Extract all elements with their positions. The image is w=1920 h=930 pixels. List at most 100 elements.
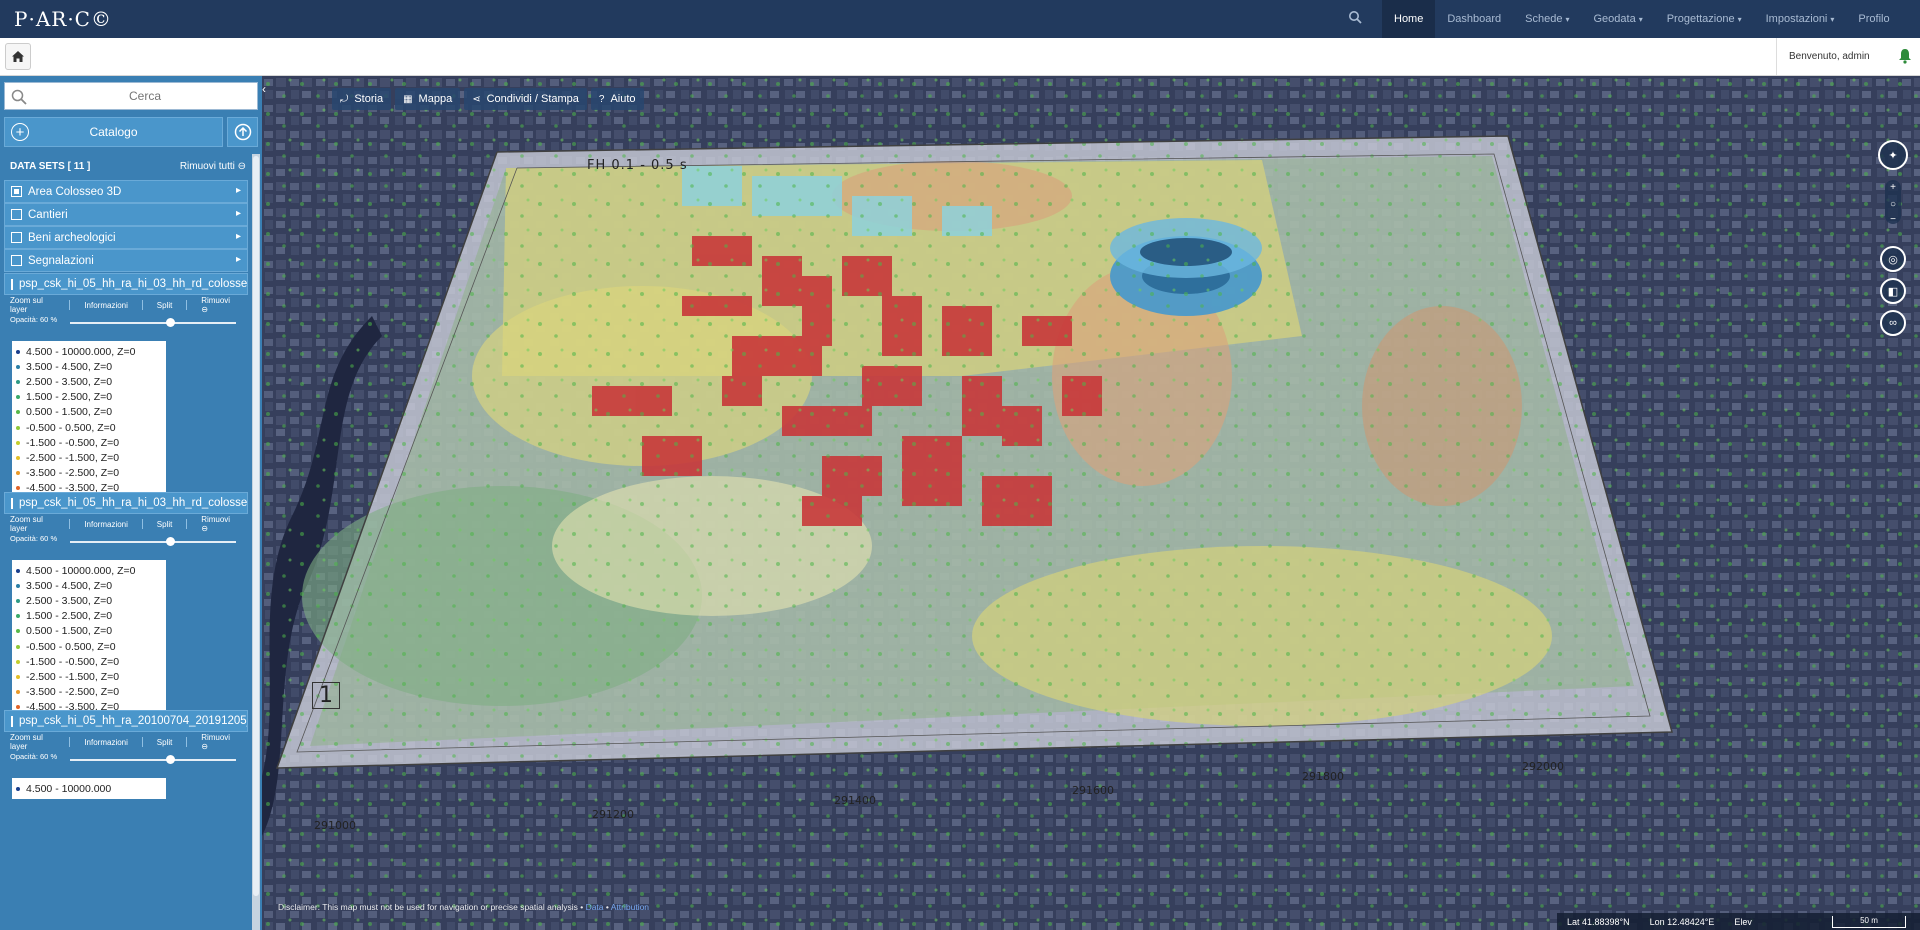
sub-toolbar: Benvenuto, admin — [0, 38, 1920, 76]
toolbar-condividi-stampabutton[interactable]: ⋖ Condividi / Stampa — [464, 88, 587, 110]
remove-all-link[interactable]: Rimuovi tutti ⊖ — [180, 161, 246, 172]
nav-item-geodata[interactable]: Geodata ▾ — [1582, 0, 1655, 38]
legend-label: -1.500 - -0.500, Z=0 — [26, 436, 120, 449]
layer-action-2[interactable]: Split — [157, 738, 173, 747]
opacity-slider-track[interactable] — [70, 541, 236, 543]
opacity-label: Opacità: 60 % — [10, 752, 58, 761]
group-checkbox[interactable] — [11, 232, 22, 243]
layer-title-row[interactable]: psp_csk_hi_05_hh_ra_20100704_20191205_c — [4, 710, 248, 732]
opacity-slider-handle[interactable] — [165, 755, 175, 764]
map-icon: ▦ — [403, 93, 413, 105]
layer-action-1[interactable]: Informazioni — [84, 738, 128, 747]
legend-label: 4.500 - 10000.000, Z=0 — [26, 564, 136, 577]
grid-coordinate-label: 291400 — [834, 794, 876, 807]
layer-legend: 4.500 - 10000.000, Z=0 3.500 - 4.500, Z=0… — [12, 341, 166, 515]
notification-bell-icon[interactable] — [1898, 48, 1914, 66]
layer-action-2[interactable]: Split — [157, 301, 173, 310]
layer-action-3[interactable]: Rimuovi ⊖ — [201, 296, 234, 314]
legend-item: -3.500 - -2.500, Z=0 — [16, 685, 162, 700]
toolbar-mappabutton[interactable]: ▦ Mappa — [395, 88, 461, 110]
caret-down-icon: ▾ — [1565, 14, 1570, 24]
layer-checkbox[interactable] — [11, 278, 13, 290]
legend-swatch — [16, 614, 20, 619]
layer-title-row[interactable]: psp_csk_hi_05_hh_ra_hi_03_hh_rd_colosseo… — [4, 492, 248, 514]
layer-title-row[interactable]: psp_csk_hi_05_hh_ra_hi_03_hh_rd_colosseo… — [4, 273, 248, 295]
nav-item-profilo[interactable]: Profilo — [1846, 0, 1901, 38]
nav-item-home[interactable]: Home — [1382, 0, 1436, 38]
layer-panel: psp_csk_hi_05_hh_ra_hi_03_hh_rd_colosseo… — [4, 273, 248, 515]
opacity-slider-track[interactable] — [70, 322, 236, 324]
layer-group-row[interactable]: Beni archeologici ▸ — [4, 226, 248, 249]
nav-item-dashboard[interactable]: Dashboard — [1435, 0, 1513, 38]
layer-action-0[interactable]: Zoom sul layer — [10, 515, 55, 533]
layer-group-row[interactable]: Cantieri ▸ — [4, 203, 248, 226]
search-icon[interactable] — [1348, 10, 1370, 30]
layer-title: psp_csk_hi_05_hh_ra_20100704_20191205_c — [19, 715, 248, 727]
legend-item: 4.500 - 10000.000 — [16, 781, 162, 796]
group-checkbox[interactable] — [11, 255, 22, 266]
datasets-count: DATA SETS [ 11 ] — [10, 161, 91, 172]
chevron-right-icon[interactable]: ▸ — [236, 254, 241, 265]
divider — [141, 300, 143, 310]
group-checkbox[interactable] — [11, 209, 22, 220]
layer-title: psp_csk_hi_05_hh_ra_hi_03_hh_rd_colosseo… — [19, 497, 248, 509]
layer-checkbox[interactable] — [11, 715, 13, 727]
latitude-readout: Lat 41.88398°N — [1567, 916, 1630, 927]
grid-coordinate-label: 291000 — [314, 819, 356, 832]
sidebar-scrollbar[interactable] — [252, 154, 260, 930]
toolbar-aiutobutton[interactable]: ? Aiuto — [590, 88, 644, 110]
layer-group-row[interactable]: Segnalazioni ▸ — [4, 249, 248, 272]
grid-coordinate-label: 292000 — [1522, 760, 1564, 773]
nav-item-schede[interactable]: Schede ▾ — [1513, 0, 1581, 38]
legend-label: -0.500 - 0.500, Z=0 — [26, 421, 116, 434]
caret-down-icon: ▾ — [1638, 14, 1643, 24]
layer-action-1[interactable]: Informazioni — [84, 520, 128, 529]
group-checkbox[interactable] — [11, 186, 22, 197]
opacity-slider-track[interactable] — [70, 759, 236, 761]
compass-icon[interactable]: ✦ — [1878, 140, 1908, 170]
vr-view-icon[interactable]: ∞ — [1880, 310, 1906, 336]
app-logo[interactable]: P·AR·C© — [14, 7, 112, 31]
zoom-slider[interactable]: + ○ − — [1885, 180, 1901, 225]
layer-group-row[interactable]: Area Colosseo 3D ▸ — [4, 180, 248, 203]
upload-icon — [234, 123, 251, 141]
map-disclaimer: Disclaimer: This map must not be used fo… — [278, 902, 650, 912]
opacity-slider-handle[interactable] — [165, 537, 175, 546]
nav-item-progettazione[interactable]: Progettazione ▾ — [1655, 0, 1754, 38]
home-button[interactable] — [5, 43, 31, 70]
opacity-slider-handle[interactable] — [165, 318, 175, 327]
layer-checkbox[interactable] — [11, 497, 13, 509]
nav-item-impostazioni[interactable]: Impostazioni ▾ — [1754, 0, 1847, 38]
opacity-row: Opacità: 60 % — [4, 534, 248, 550]
history-icon: ⤾ — [340, 93, 349, 105]
search-input[interactable] — [5, 83, 257, 109]
locate-icon[interactable]: ◎ — [1880, 246, 1906, 272]
catalog-button[interactable]: + Catalogo — [4, 117, 223, 147]
data-link[interactable]: Data — [586, 902, 604, 912]
chevron-right-icon[interactable]: ▸ — [236, 208, 241, 219]
split-view-icon[interactable]: ◧ — [1880, 278, 1906, 304]
layer-action-2[interactable]: Split — [157, 520, 173, 529]
layer-action-1[interactable]: Informazioni — [84, 301, 128, 310]
legend-item: -3.500 - -2.500, Z=0 — [16, 466, 162, 481]
group-label: Area Colosseo 3D — [28, 185, 122, 198]
attribution-link[interactable]: Attribution — [611, 902, 649, 912]
layer-action-3[interactable]: Rimuovi ⊖ — [201, 515, 234, 533]
legend-swatch — [16, 786, 20, 791]
layer-action-3[interactable]: Rimuovi ⊖ — [201, 733, 234, 751]
toolbar-label: Aiuto — [610, 93, 636, 105]
catalog-label: Catalogo — [89, 125, 138, 139]
collapse-sidebar-button[interactable]: ‹ — [262, 82, 272, 98]
layer-action-0[interactable]: Zoom sul layer — [10, 733, 55, 751]
chevron-right-icon[interactable]: ▸ — [236, 185, 241, 196]
group-label: Beni archeologici — [28, 231, 116, 244]
chevron-right-icon[interactable]: ▸ — [236, 231, 241, 242]
legend-label: -3.500 - -2.500, Z=0 — [26, 467, 120, 480]
legend-label: 3.500 - 4.500, Z=0 — [26, 360, 113, 373]
upload-button[interactable] — [227, 117, 258, 147]
toolbar-storiabutton[interactable]: ⤾ Storia — [332, 88, 392, 110]
layer-action-0[interactable]: Zoom sul layer — [10, 296, 55, 314]
legend-label: -0.500 - 0.500, Z=0 — [26, 640, 116, 653]
map-viewport[interactable]: FH 0.1 - 0.5 s 1 291000 291200 291400 29160… — [262, 76, 1920, 930]
scrollbar-thumb[interactable] — [253, 156, 259, 896]
